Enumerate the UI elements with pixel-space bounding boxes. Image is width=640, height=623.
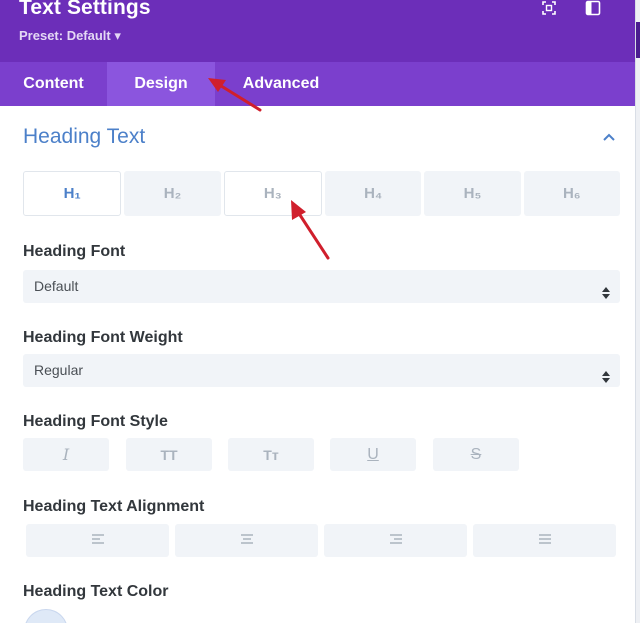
align-left-icon [91, 532, 105, 550]
heading-level-h4[interactable]: H₄ [324, 171, 422, 216]
tab-design[interactable]: Design [107, 62, 215, 106]
heading-font-weight-value: Regular [34, 362, 84, 378]
heading-font-value: Default [34, 278, 79, 294]
heading-font-weight-select[interactable]: Regular [23, 354, 620, 387]
tab-content[interactable]: Content [0, 62, 107, 106]
heading-level-h2[interactable]: H₂ [124, 171, 221, 216]
heading-font-select[interactable]: Default [23, 270, 620, 303]
select-arrows-icon [602, 363, 610, 383]
strikethrough-button[interactable]: S [433, 438, 519, 471]
sidebar-toggle-icon[interactable] [585, 0, 601, 16]
heading-level-h6[interactable]: H₆ [523, 171, 620, 216]
uppercase-button[interactable]: TT [126, 438, 212, 471]
heading-level-h5[interactable]: H₅ [424, 171, 521, 216]
window-edge [636, 0, 640, 623]
underline-button[interactable]: U [330, 438, 416, 471]
capitalize-button[interactable]: Tт [228, 438, 314, 471]
chevron-up-icon[interactable] [601, 129, 617, 145]
align-center-icon [240, 532, 254, 550]
heading-level-h1[interactable]: H₁ [23, 171, 122, 216]
floating-action-button[interactable] [24, 609, 68, 623]
heading-text-color-label: Heading Text Color [23, 583, 169, 600]
settings-tabs: Content Design Advanced [0, 62, 635, 106]
heading-text-alignment-label: Heading Text Alignment [23, 498, 205, 515]
align-justify-icon [538, 532, 552, 550]
align-left-button[interactable] [26, 524, 169, 557]
align-justify-button[interactable] [473, 524, 616, 557]
panel-header: Text Settings Preset: Default ▾ [0, 0, 635, 62]
align-right-icon [389, 532, 403, 550]
panel-title: Text Settings [19, 0, 151, 19]
heading-level-h3[interactable]: H₃ [223, 171, 322, 216]
section-title[interactable]: Heading Text [23, 125, 145, 149]
select-arrows-icon [602, 279, 610, 299]
preset-selector[interactable]: Preset: Default ▾ [19, 28, 121, 44]
expand-icon[interactable] [541, 0, 557, 16]
window-edge-accent [636, 22, 640, 58]
heading-font-weight-label: Heading Font Weight [23, 329, 183, 346]
align-center-button[interactable] [175, 524, 318, 557]
text-settings-panel: Text Settings Preset: Default ▾ Content … [0, 0, 636, 623]
italic-button[interactable]: I [23, 438, 109, 471]
tab-advanced[interactable]: Advanced [215, 62, 347, 106]
align-right-button[interactable] [324, 524, 467, 557]
heading-font-label: Heading Font [23, 243, 126, 260]
heading-level-tabs: H₁ H₂ H₃ H₄ H₅ H₆ [23, 171, 620, 216]
heading-font-style-label: Heading Font Style [23, 413, 168, 430]
